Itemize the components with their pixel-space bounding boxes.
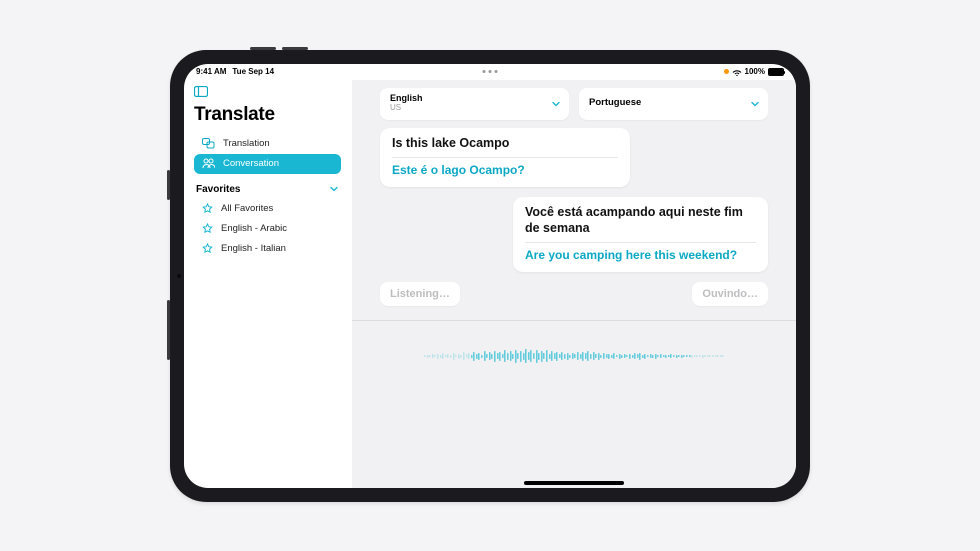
sidebar-item-translation[interactable]: Translation — [194, 134, 341, 154]
favorites-header[interactable]: Favorites — [194, 184, 341, 195]
favorite-all[interactable]: All Favorites — [194, 199, 341, 219]
favorite-label: All Favorites — [221, 203, 273, 214]
chevron-down-icon — [750, 99, 760, 109]
sidebar: Translate Translation Conversation Favor… — [184, 80, 352, 488]
battery-icon — [768, 68, 784, 76]
sidebar-item-label: Translation — [223, 138, 270, 149]
status-bar: 9:41 AM Tue Sep 14 100% — [184, 64, 796, 80]
listening-pill-right: Ouvindo… — [692, 282, 768, 306]
message-bubble-left[interactable]: Is this lake Ocampo Este é o lago Ocampo… — [380, 128, 630, 188]
star-icon — [202, 223, 213, 234]
message-translation: Este é o lago Ocampo? — [392, 163, 618, 178]
language-selector-right[interactable]: Portuguese — [579, 88, 768, 120]
bubble-divider — [392, 157, 618, 158]
multitask-dots[interactable] — [483, 70, 498, 73]
status-time: 9:41 AM — [196, 67, 226, 76]
chevron-down-icon — [551, 99, 561, 109]
audio-waveform — [424, 349, 723, 363]
main-panel: English US Portuguese Is this la — [352, 80, 796, 488]
message-translation: Are you camping here this weekend? — [525, 248, 756, 263]
mic-indicator-icon — [724, 69, 729, 74]
language-selector-left[interactable]: English US — [380, 88, 569, 120]
message-source: Is this lake Ocampo — [392, 136, 618, 152]
sidebar-toggle-icon[interactable] — [194, 86, 208, 97]
language-subtitle: US — [390, 104, 423, 113]
message-source: Você está acampando aqui neste fim de se… — [525, 205, 756, 236]
language-name: Portuguese — [589, 98, 641, 108]
favorite-en-ar[interactable]: English - Arabic — [194, 219, 341, 239]
wifi-icon — [732, 68, 742, 76]
chevron-down-icon — [329, 184, 339, 194]
favorite-label: English - Italian — [221, 243, 286, 254]
favorites-header-label: Favorites — [196, 184, 240, 195]
translation-icon — [202, 138, 215, 149]
star-icon — [202, 243, 213, 254]
favorite-en-it[interactable]: English - Italian — [194, 239, 341, 259]
favorite-label: English - Arabic — [221, 223, 287, 234]
status-date: Tue Sep 14 — [232, 67, 274, 76]
conversation-icon — [202, 158, 215, 169]
bubble-divider — [525, 242, 756, 243]
home-indicator[interactable] — [524, 481, 624, 485]
page-title: Translate — [194, 104, 341, 126]
sidebar-item-conversation[interactable]: Conversation — [194, 154, 341, 174]
sidebar-item-label: Conversation — [223, 158, 279, 169]
star-icon — [202, 203, 213, 214]
battery-percent: 100% — [745, 67, 765, 76]
listening-pill-left: Listening… — [380, 282, 460, 306]
message-bubble-right[interactable]: Você está acampando aqui neste fim de se… — [513, 197, 768, 272]
